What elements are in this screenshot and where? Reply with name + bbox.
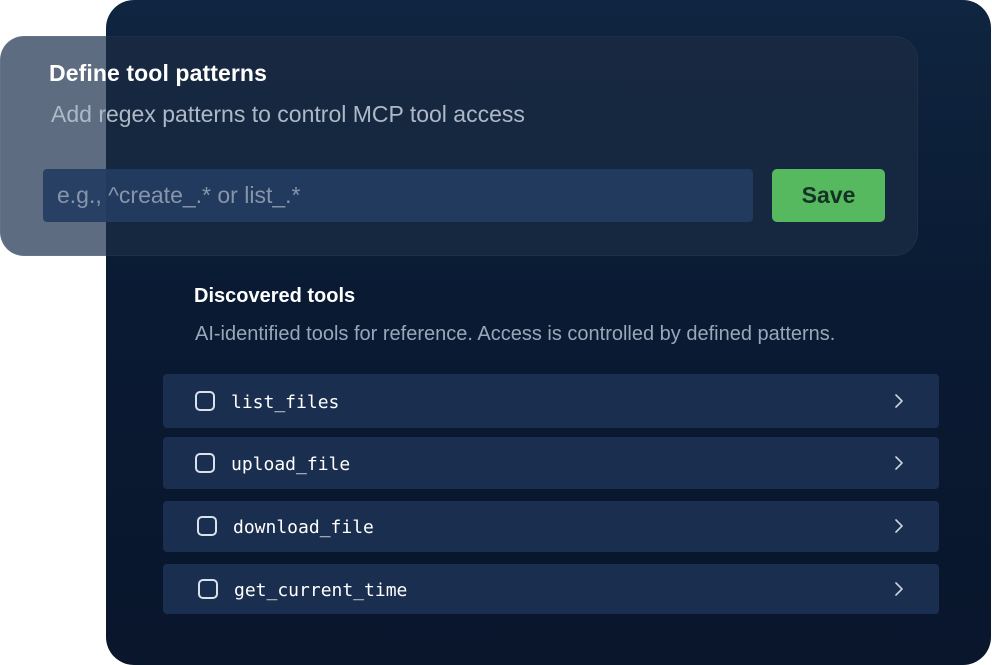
- chevron-right-icon[interactable]: [892, 394, 906, 408]
- tool-row-download-file[interactable]: download_file: [163, 501, 939, 552]
- checkbox-icon[interactable]: [195, 391, 215, 411]
- checkbox-icon[interactable]: [198, 579, 218, 599]
- tool-row-list-files[interactable]: list_files: [163, 374, 939, 428]
- checkbox-icon[interactable]: [197, 516, 217, 536]
- define-patterns-subtitle: Add regex patterns to control MCP tool a…: [51, 101, 525, 127]
- save-button[interactable]: Save: [772, 169, 885, 222]
- tool-name: download_file: [233, 517, 374, 538]
- discovered-tools-subtitle: AI-identified tools for reference. Acces…: [195, 323, 836, 345]
- tool-name: list_files: [231, 392, 340, 413]
- tool-access-config: Define tool patterns Add regex patterns …: [0, 0, 992, 665]
- chevron-right-icon[interactable]: [892, 456, 906, 470]
- chevron-right-icon[interactable]: [892, 519, 906, 533]
- chevron-right-icon[interactable]: [892, 582, 906, 596]
- tool-row-get-current-time[interactable]: get_current_time: [163, 564, 939, 614]
- pattern-input[interactable]: [43, 169, 753, 222]
- checkbox-icon[interactable]: [195, 453, 215, 473]
- discovered-tools-title: Discovered tools: [194, 285, 356, 307]
- tool-row-upload-file[interactable]: upload_file: [163, 437, 939, 489]
- tool-name: upload_file: [231, 454, 351, 475]
- define-patterns-title: Define tool patterns: [49, 60, 267, 86]
- tool-name: get_current_time: [234, 580, 408, 601]
